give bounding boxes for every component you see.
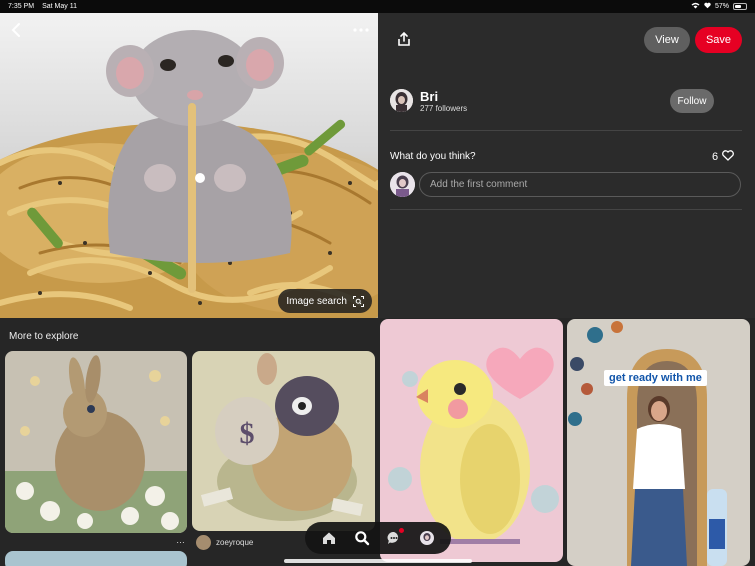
pin-creator-name: zoeyroque	[216, 538, 254, 547]
comment-input[interactable]	[419, 172, 741, 197]
heart-status-icon	[704, 2, 711, 11]
creator-followers: 277 followers	[420, 104, 468, 113]
save-button[interactable]: Save	[695, 27, 742, 53]
user-avatar[interactable]	[390, 172, 415, 197]
notification-dot	[399, 528, 405, 533]
home-icon[interactable]	[319, 528, 339, 548]
like-count: 6	[712, 151, 719, 163]
status-indicators: 57%	[691, 2, 747, 11]
back-icon[interactable]	[8, 21, 26, 39]
battery-icon	[733, 3, 747, 10]
status-bar: 7:35 PM Sat May 11 57%	[0, 0, 755, 13]
follow-button[interactable]: Follow	[670, 89, 714, 113]
status-date: Sat May 11	[42, 3, 77, 10]
visual-search-icon	[353, 295, 364, 307]
divider	[390, 130, 742, 131]
pin-creator-avatar	[196, 535, 211, 550]
svg-text:$: $	[240, 417, 255, 450]
search-icon[interactable]	[352, 528, 372, 548]
explore-pin-partial[interactable]	[5, 551, 187, 566]
battery-fill	[735, 5, 741, 8]
image-search-button[interactable]: Image search	[278, 289, 372, 313]
comments-prompt: What do you think?	[390, 151, 476, 162]
explore-pin-money-bird[interactable]: $	[192, 351, 375, 531]
profile-icon[interactable]	[417, 528, 437, 548]
pin-detail-panel: View Save Bri 277 followers Follow What …	[378, 13, 755, 318]
like-counter[interactable]: 6	[712, 150, 735, 164]
explore-pin-promo[interactable]	[567, 319, 750, 566]
view-button[interactable]: View	[644, 27, 690, 53]
pin-painting	[0, 13, 378, 318]
pin-thumbnail: $	[192, 351, 375, 531]
battery-percent: 57%	[714, 3, 729, 10]
explore-pin-bunny[interactable]	[5, 351, 187, 533]
wifi-icon	[691, 2, 700, 11]
section-title: More to explore	[9, 331, 79, 342]
more-options-icon[interactable]	[352, 21, 370, 39]
messages-icon[interactable]	[384, 528, 405, 548]
share-icon[interactable]	[396, 31, 412, 47]
divider	[390, 209, 742, 210]
pin-image[interactable]: Image search	[0, 13, 378, 318]
status-time: 7:35 PM	[8, 3, 35, 10]
bottom-tab-bar	[305, 522, 451, 554]
creator-name[interactable]: Bri	[420, 89, 438, 104]
image-search-label: Image search	[286, 295, 347, 307]
pin-creator[interactable]: zoeyroque	[196, 535, 253, 550]
pin-more-options[interactable]: …	[176, 535, 185, 545]
home-indicator	[284, 559, 472, 563]
pin-thumbnail	[567, 319, 750, 566]
heart-icon[interactable]	[722, 150, 735, 164]
pin-thumbnail	[5, 351, 187, 533]
promo-label: get ready with me	[604, 370, 707, 386]
creator-avatar[interactable]	[390, 89, 413, 112]
